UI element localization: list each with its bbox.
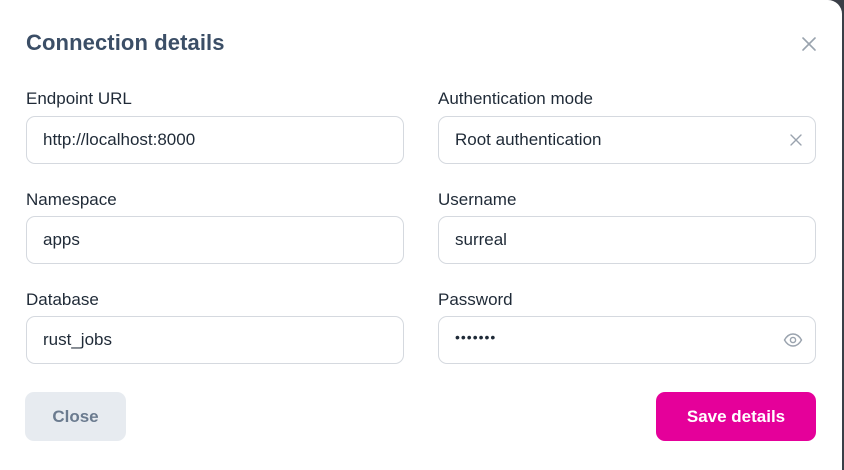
endpoint-url-input[interactable]: http://localhost:8000 bbox=[26, 116, 404, 164]
password-label: Password bbox=[438, 290, 513, 309]
endpoint-url-value: http://localhost:8000 bbox=[43, 130, 196, 149]
authentication-mode-label: Authentication mode bbox=[438, 89, 593, 108]
close-button[interactable]: Close bbox=[25, 392, 126, 441]
authentication-mode-value: Root authentication bbox=[455, 130, 602, 149]
namespace-label: Namespace bbox=[26, 190, 117, 209]
username-input[interactable]: surreal bbox=[438, 216, 816, 264]
save-details-button[interactable]: Save details bbox=[656, 392, 816, 441]
eye-icon[interactable] bbox=[783, 333, 803, 347]
database-input[interactable]: rust_jobs bbox=[26, 316, 404, 364]
database-value: rust_jobs bbox=[43, 330, 112, 349]
username-value: surreal bbox=[455, 230, 507, 249]
namespace-value: apps bbox=[43, 230, 80, 249]
connection-details-dialog: Connection details Endpoint URL http://l… bbox=[0, 0, 842, 470]
clear-icon[interactable] bbox=[789, 133, 803, 147]
namespace-input[interactable]: apps bbox=[26, 216, 404, 264]
dialog-title: Connection details bbox=[26, 30, 225, 55]
database-label: Database bbox=[26, 290, 99, 309]
close-icon[interactable] bbox=[799, 34, 819, 54]
password-input[interactable]: ••••••• bbox=[438, 316, 816, 364]
username-label: Username bbox=[438, 190, 517, 209]
endpoint-url-label: Endpoint URL bbox=[26, 89, 132, 108]
authentication-mode-select[interactable]: Root authentication bbox=[438, 116, 816, 164]
password-value: ••••••• bbox=[455, 329, 497, 345]
